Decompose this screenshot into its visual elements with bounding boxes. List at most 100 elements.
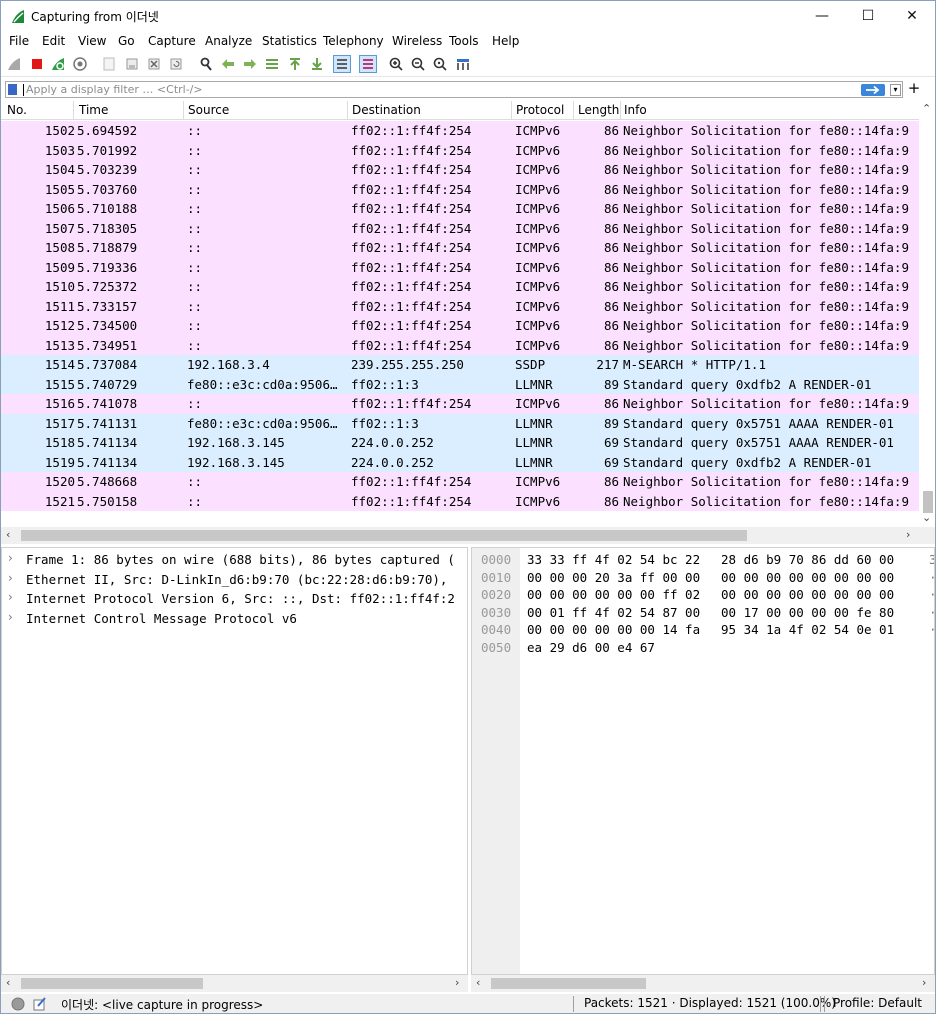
chevron-right-icon[interactable]: ›: [8, 571, 13, 585]
restart-capture-icon[interactable]: [51, 57, 65, 71]
column-header-info[interactable]: Info: [624, 103, 647, 117]
profile-text[interactable]: Profile: Default: [833, 996, 922, 1010]
go-forward-icon[interactable]: [243, 57, 257, 71]
scroll-thumb[interactable]: [21, 978, 203, 989]
column-header-destination[interactable]: Destination: [352, 103, 421, 117]
packet-row[interactable]: 1521 5.750158:: ff02::1:ff4f:254 ICMPv6 86 Ne…: [1, 491, 919, 511]
scroll-down-icon[interactable]: ⌄: [922, 511, 931, 524]
packet-row[interactable]: 1518 5.741134 192.168.3.145 224.0.0.252 LLMN…: [1, 433, 919, 453]
scroll-thumb[interactable]: [21, 530, 747, 541]
menu-analyze[interactable]: Analyze: [205, 34, 252, 48]
scroll-thumb[interactable]: [491, 978, 646, 989]
chevron-right-icon[interactable]: ›: [8, 551, 13, 565]
column-header-protocol[interactable]: Protocol: [516, 103, 564, 117]
scroll-up-icon[interactable]: ⌃: [922, 102, 931, 115]
scroll-right-icon[interactable]: ›: [922, 976, 926, 989]
packet-row[interactable]: 1512 5.734500:: ff02::1:ff4f:254 ICMPv6 86 Ne…: [1, 316, 919, 336]
packet-row[interactable]: 1514 5.737084 192.168.3.4 239.255.255.250 SS…: [1, 355, 919, 375]
hex-row[interactable]: 0030 00 01 ff 4f 02 54 87 00 00 17 00 00 0…: [472, 604, 934, 622]
menu-wireless[interactable]: Wireless: [392, 34, 442, 48]
scroll-left-icon[interactable]: ‹: [6, 976, 10, 989]
stop-capture-icon[interactable]: [30, 57, 44, 71]
save-file-icon[interactable]: [125, 57, 139, 71]
packet-row[interactable]: 1520 5.748668:: ff02::1:ff4f:254 ICMPv6 86 Ne…: [1, 472, 919, 492]
packet-list-vertical-scrollbar[interactable]: ⌃ ⌄: [919, 101, 935, 527]
detail-row-icmpv6[interactable]: › Internet Control Message Protocol v6: [2, 609, 467, 629]
packet-row[interactable]: 1515 5.740729 fe80::e3c:cd0a:9506… ff02::1:…: [1, 374, 919, 394]
add-filter-button[interactable]: +: [907, 79, 921, 97]
scroll-left-icon[interactable]: ‹: [6, 528, 10, 541]
go-last-packet-icon[interactable]: [310, 57, 324, 71]
chevron-right-icon[interactable]: ›: [8, 590, 13, 604]
packet-cell-no: 1517: [44, 415, 75, 431]
reload-file-icon[interactable]: [169, 57, 183, 71]
close-file-icon[interactable]: [147, 57, 161, 71]
scroll-right-icon[interactable]: ›: [455, 976, 459, 989]
packet-row[interactable]: 1517 5.741131 fe80::e3c:cd0a:9506… ff02::1:…: [1, 413, 919, 433]
packet-row[interactable]: 1510 5.725372:: ff02::1:ff4f:254 ICMPv6 86 Ne…: [1, 277, 919, 297]
bytes-horizontal-scrollbar[interactable]: ‹ ›: [471, 975, 935, 992]
menu-telephony[interactable]: Telephony: [323, 34, 384, 48]
packet-row[interactable]: 1506 5.710188:: ff02::1:ff4f:254 ICMPv6 86 Ne…: [1, 199, 919, 219]
packet-row[interactable]: 1516 5.741078:: ff02::1:ff4f:254 ICMPv6 86 Ne…: [1, 394, 919, 414]
packet-row[interactable]: 1507 5.718305:: ff02::1:ff4f:254 ICMPv6 86 Ne…: [1, 218, 919, 238]
autoscroll-icon[interactable]: [333, 55, 351, 73]
menu-tools[interactable]: Tools: [449, 34, 479, 48]
scroll-thumb[interactable]: [923, 491, 933, 513]
packet-list-horizontal-scrollbar[interactable]: ‹ ›: [1, 527, 935, 544]
detail-row-frame[interactable]: › Frame 1: 86 bytes on wire (688 bits), 8…: [2, 550, 467, 570]
menu-statistics[interactable]: Statistics: [262, 34, 317, 48]
open-file-icon[interactable]: [102, 57, 116, 71]
capture-options-icon[interactable]: [73, 57, 87, 71]
column-header-no[interactable]: No.: [7, 103, 27, 117]
packet-row[interactable]: 1503 5.701992:: ff02::1:ff4f:254 ICMPv6 86 Ne…: [1, 140, 919, 160]
shark-fin-start-icon[interactable]: [7, 57, 21, 71]
menu-go[interactable]: Go: [118, 34, 135, 48]
menu-file[interactable]: File: [9, 34, 29, 48]
details-horizontal-scrollbar[interactable]: ‹ ›: [1, 975, 468, 992]
column-header-source[interactable]: Source: [188, 103, 229, 117]
detail-row-ipv6[interactable]: › Internet Protocol Version 6, Src: ::, D…: [2, 589, 467, 609]
packet-row[interactable]: 1509 5.719336:: ff02::1:ff4f:254 ICMPv6 86 Ne…: [1, 257, 919, 277]
close-button[interactable]: ✕: [889, 1, 935, 31]
packet-row[interactable]: 1508 5.718879:: ff02::1:ff4f:254 ICMPv6 86 Ne…: [1, 238, 919, 258]
packet-row[interactable]: 1511 5.733157:: ff02::1:ff4f:254 ICMPv6 86 Ne…: [1, 296, 919, 316]
colorize-icon[interactable]: [359, 55, 377, 73]
minimize-button[interactable]: —: [799, 1, 845, 31]
go-to-packet-icon[interactable]: [265, 57, 279, 71]
detail-row-ethernet[interactable]: › Ethernet II, Src: D-LinkIn_d6:b9:70 (bc…: [2, 570, 467, 590]
hex-row[interactable]: 0020 00 00 00 00 00 00 ff 02 00 00 00 00 0…: [472, 586, 934, 604]
go-back-icon[interactable]: [221, 57, 235, 71]
hex-row[interactable]: 0040 00 00 00 00 00 00 14 fa 95 34 1a 4f 0…: [472, 621, 934, 639]
display-filter-input[interactable]: Apply a display filter … <Ctrl-/> ▾: [5, 81, 903, 98]
expert-info-icon[interactable]: [11, 997, 25, 1011]
packet-row[interactable]: 1513 5.734951:: ff02::1:ff4f:254 ICMPv6 86 Ne…: [1, 335, 919, 355]
menu-capture[interactable]: Capture: [148, 34, 196, 48]
capture-comment-icon[interactable]: [33, 997, 47, 1011]
packet-row[interactable]: 1505 5.703760:: ff02::1:ff4f:254 ICMPv6 86 Ne…: [1, 179, 919, 199]
filter-history-dropdown[interactable]: ▾: [890, 84, 901, 96]
find-packet-icon[interactable]: [199, 57, 213, 71]
bookmark-icon[interactable]: [8, 84, 17, 95]
menu-help[interactable]: Help: [492, 34, 519, 48]
menu-view[interactable]: View: [78, 34, 106, 48]
hex-row[interactable]: 0050 ea 29 d6 00 e4 67: [472, 639, 934, 657]
column-header-length[interactable]: Length: [578, 103, 619, 117]
menu-edit[interactable]: Edit: [42, 34, 65, 48]
zoom-in-icon[interactable]: [389, 57, 403, 71]
apply-filter-arrow-icon[interactable]: [861, 84, 885, 96]
scroll-right-icon[interactable]: ›: [906, 528, 910, 541]
packet-row[interactable]: 1504 5.703239:: ff02::1:ff4f:254 ICMPv6 86 Ne…: [1, 160, 919, 180]
maximize-button[interactable]: ☐: [845, 1, 891, 31]
column-header-time[interactable]: Time: [79, 103, 108, 117]
packet-row[interactable]: 1502 5.694592:: ff02::1:ff4f:254 ICMPv6 86 Ne…: [1, 121, 919, 141]
hex-row[interactable]: 0010 00 00 00 20 3a ff 00 00 00 00 00 00 0…: [472, 569, 934, 587]
go-first-packet-icon[interactable]: [288, 57, 302, 71]
hex-row[interactable]: 0000 33 33 ff 4f 02 54 bc 22 28 d6 b9 70 8…: [472, 551, 934, 569]
resize-columns-icon[interactable]: [456, 57, 470, 71]
scroll-left-icon[interactable]: ‹: [476, 976, 480, 989]
packet-row[interactable]: 1519 5.741134 192.168.3.145 224.0.0.252 LLMN…: [1, 452, 919, 472]
chevron-right-icon[interactable]: ›: [8, 610, 13, 624]
zoom-out-icon[interactable]: [411, 57, 425, 71]
normal-size-icon[interactable]: [433, 57, 447, 71]
